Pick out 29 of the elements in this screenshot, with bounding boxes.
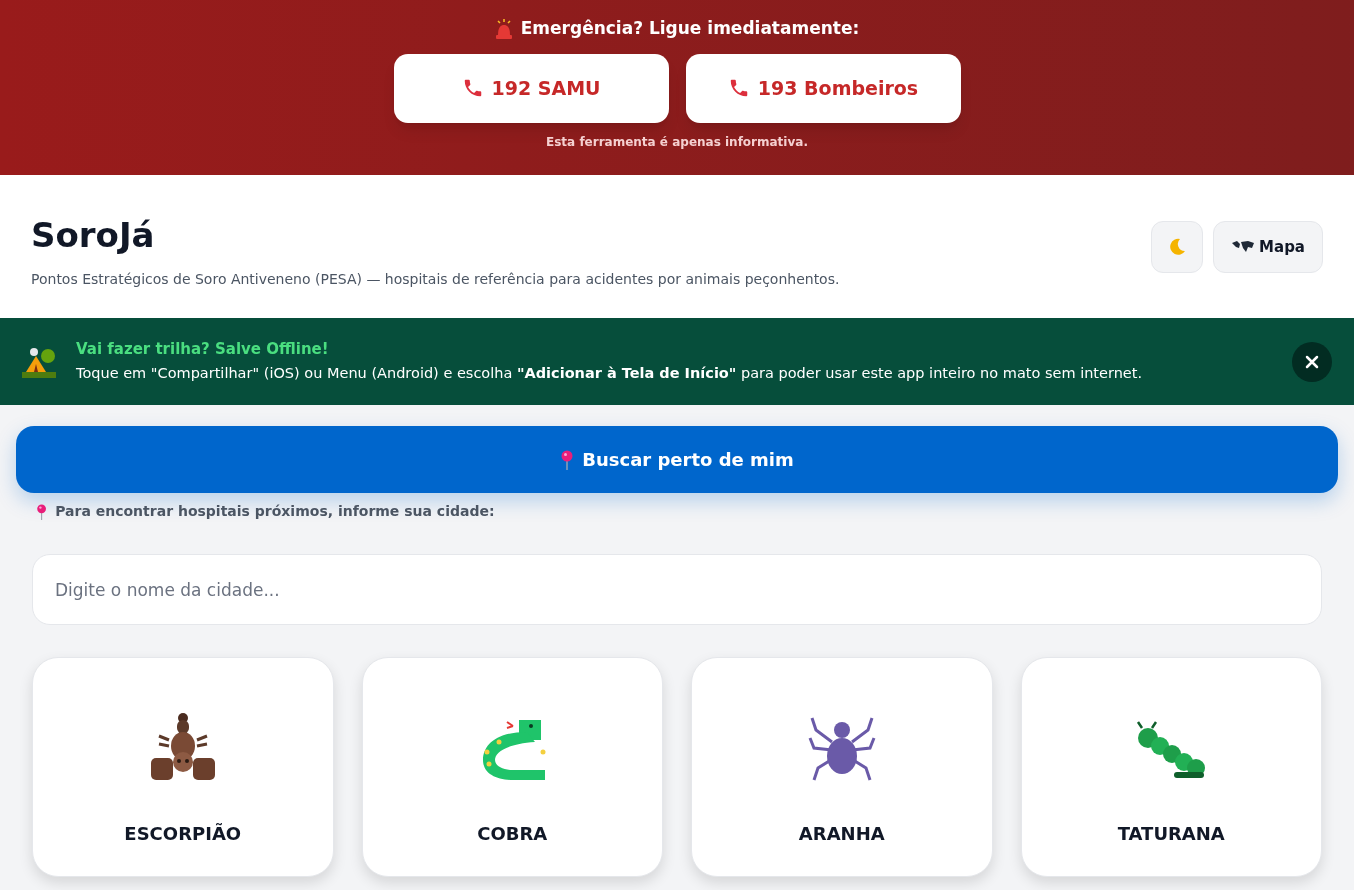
banner-title: Vai fazer trilha? Salve Offline! xyxy=(76,338,330,360)
theme-toggle-button[interactable] xyxy=(1151,221,1204,273)
pin-icon xyxy=(36,503,48,520)
app-title: SoroJá xyxy=(31,214,156,257)
moon-icon xyxy=(1167,237,1188,257)
animal-label: TATURANA xyxy=(1117,822,1225,846)
animal-label: COBRA xyxy=(477,822,548,846)
animal-card[interactable]: ESCORPIÃO xyxy=(32,657,334,877)
app-subtitle: Pontos Estratégicos de Soro Antiveneno (PESA) — hospitais de referência para acidentes por animais peçonhentos. xyxy=(31,270,840,289)
animal-label: ESCORPIÃO xyxy=(124,822,242,846)
animal-card[interactable]: ARANHA xyxy=(691,657,993,877)
close-icon xyxy=(1305,354,1319,369)
banner-text: Toque em "Compartilhar" (iOS) ou Menu (Android) e escolha "Adicionar à Tela de Início" para poder usar este app inteiro no mato sem internet. xyxy=(76,364,1144,384)
map-button[interactable]: Mapa xyxy=(1213,221,1323,273)
world-map-icon xyxy=(1231,240,1256,254)
siren-icon xyxy=(494,18,513,39)
close-button[interactable] xyxy=(1292,341,1332,382)
emergency-title: Emergência? Ligue imediatamente: xyxy=(520,17,860,40)
city-search-field[interactable]: Digite o nome da cidade... xyxy=(32,554,1322,625)
city-hint: Para encontrar hospitais próximos, informe sua cidade: xyxy=(55,502,495,521)
pin-icon xyxy=(560,449,575,470)
call-button[interactable]: 193 Bombeiros xyxy=(685,53,961,123)
animal-card[interactable]: COBRA xyxy=(361,657,663,877)
disclaimer-text: Esta ferramenta é apenas informativa. xyxy=(546,133,808,151)
animal-label: ARANHA xyxy=(798,822,885,846)
nearby-search-button[interactable]: Buscar perto de mim xyxy=(16,426,1338,493)
animal-card[interactable]: TATURANA xyxy=(1020,657,1322,877)
camping-tent-icon xyxy=(22,345,56,378)
call-button[interactable]: 192 SAMU xyxy=(393,53,669,123)
